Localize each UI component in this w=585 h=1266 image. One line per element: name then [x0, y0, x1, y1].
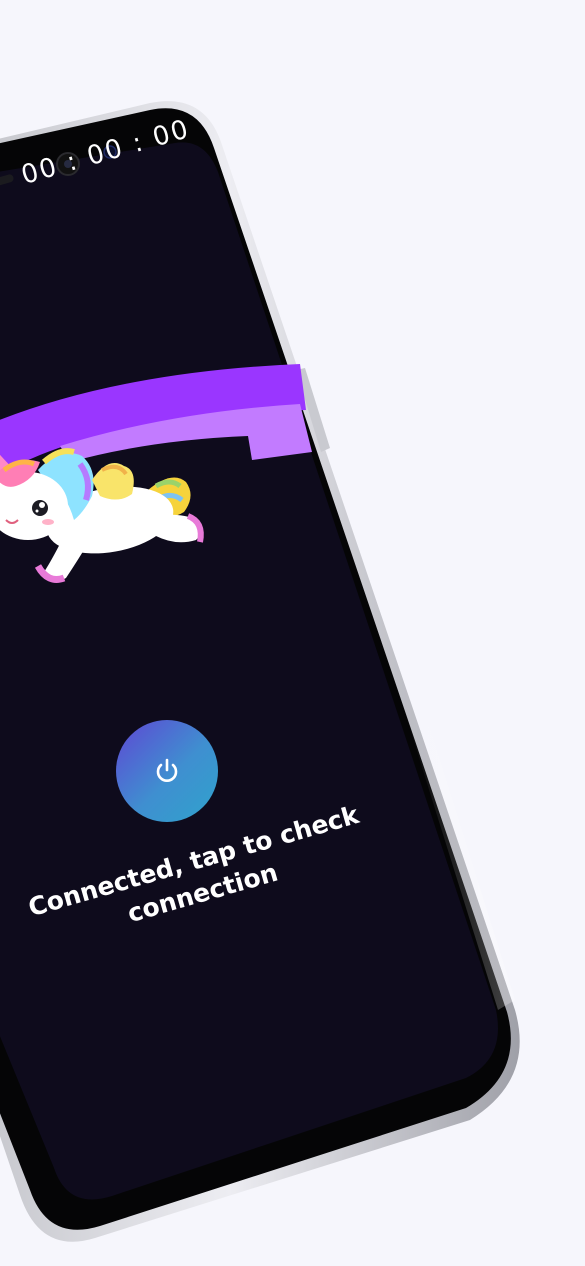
connect-button[interactable] [116, 720, 218, 822]
app-showcase: 00 : 00 : 00 Connected, tap to check con… [0, 0, 585, 1266]
phone-mockup [0, 101, 520, 1242]
power-icon [156, 758, 178, 782]
phone-screen [0, 142, 499, 1200]
